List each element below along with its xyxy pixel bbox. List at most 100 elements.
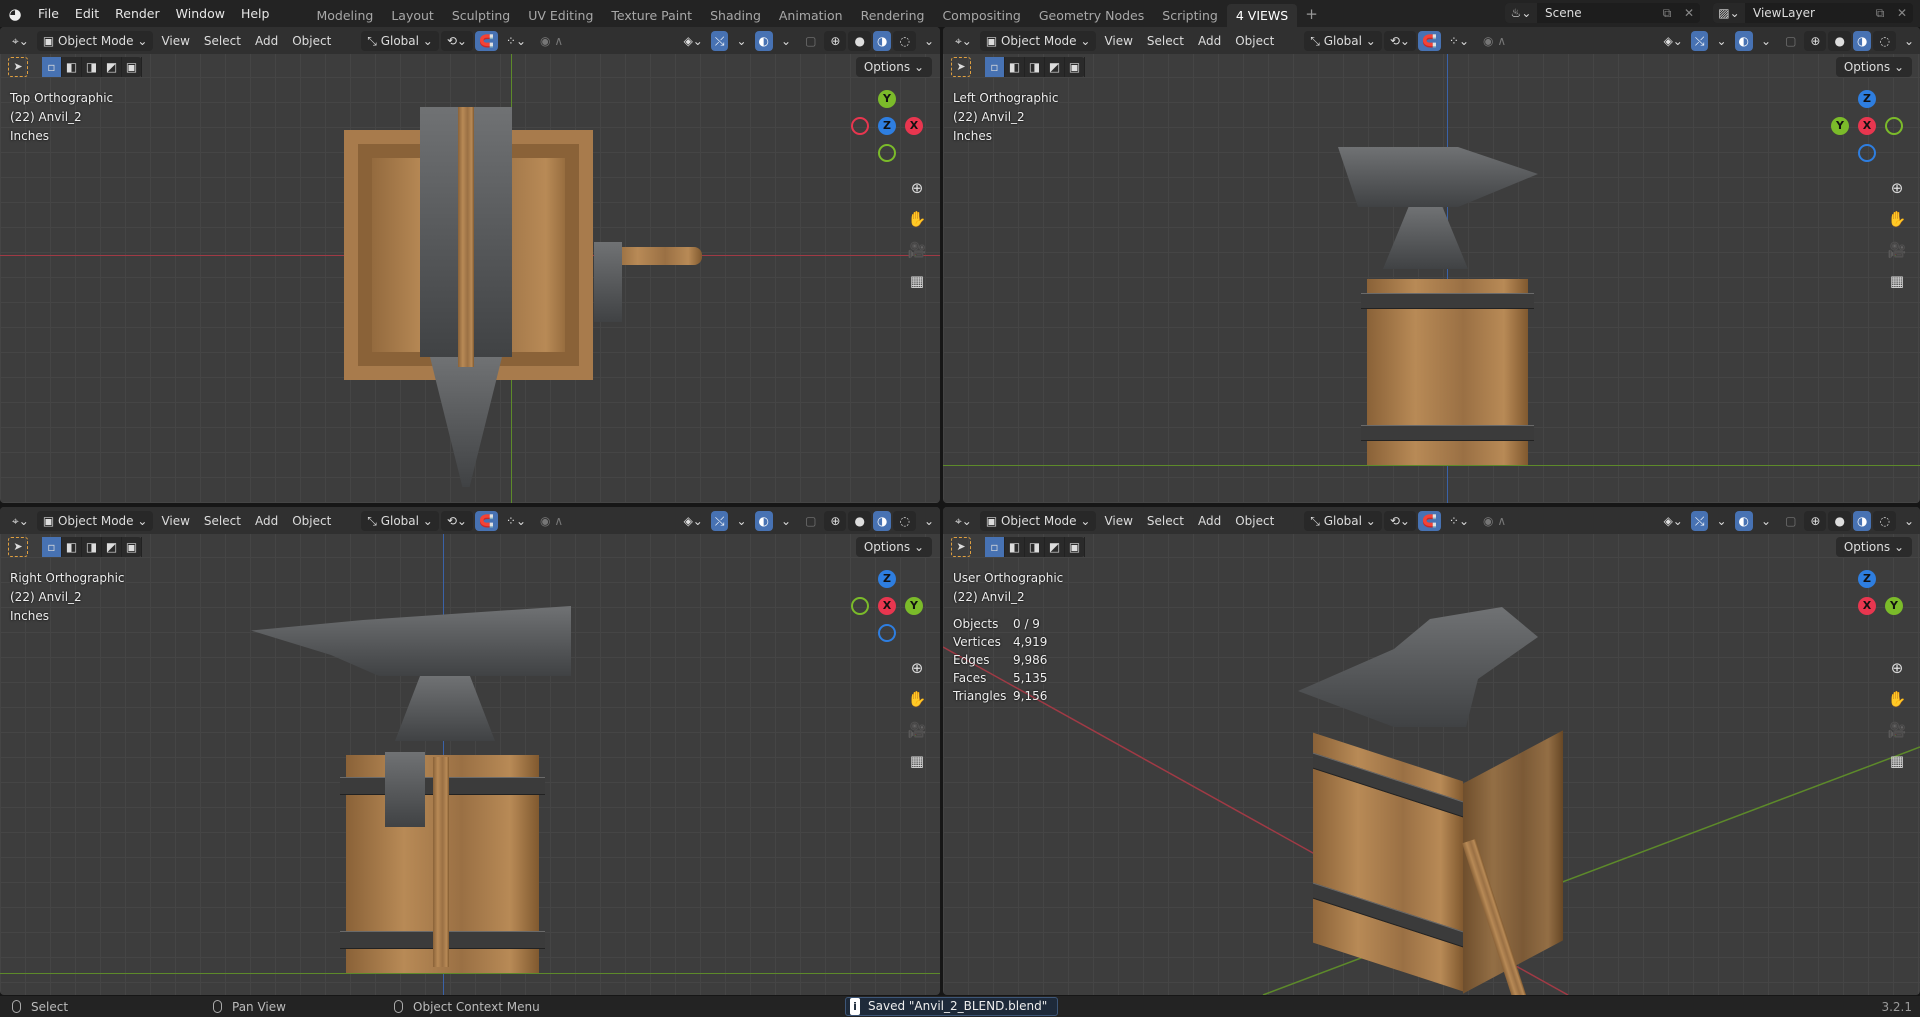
workspace-tab[interactable]: Scripting <box>1153 4 1227 27</box>
select-extend-icon[interactable]: ◧ <box>62 537 82 557</box>
select-intersect-icon[interactable]: ▣ <box>122 57 142 77</box>
shading-dropdown-icon[interactable]: ⌄ <box>1898 511 1920 531</box>
editor-type-icon[interactable]: ⌖⌄ <box>949 511 978 531</box>
mode-dropdown[interactable]: ▣ Object Mode ⌄ <box>36 510 154 531</box>
shading-rendered-icon[interactable]: ◌ <box>1873 30 1896 51</box>
select-subtract-icon[interactable]: ◨ <box>1025 57 1045 77</box>
gizmo-negative-axis[interactable] <box>878 624 896 642</box>
navigation-gizmo[interactable]: ZYX <box>1822 85 1912 175</box>
menu-render[interactable]: Render <box>107 6 168 21</box>
gizmo-toggle-icon[interactable]: ⤯ <box>1690 510 1709 531</box>
visibility-icon[interactable]: ◈⌄ <box>678 511 709 531</box>
viewport-menu-view[interactable]: View <box>155 31 195 51</box>
select-invert-icon[interactable]: ◩ <box>1045 537 1065 557</box>
orientation-dropdown[interactable]: ⤡ Global ⌄ <box>361 30 439 51</box>
shading-material-icon[interactable]: ◑ <box>1852 30 1872 51</box>
workspace-tab[interactable]: Texture Paint <box>602 4 701 27</box>
pivot-icon[interactable]: ⟲⌄ <box>1383 510 1416 531</box>
gizmo-axis-x[interactable]: X <box>1858 597 1876 615</box>
orientation-dropdown[interactable]: ⤡ Global ⌄ <box>1304 30 1382 51</box>
workspace-tab[interactable]: Rendering <box>852 4 934 27</box>
zoom-icon[interactable]: ⊕ <box>1886 177 1908 199</box>
navigation-gizmo[interactable]: YXZ <box>842 85 932 175</box>
gizmo-negative-axis[interactable] <box>1885 117 1903 135</box>
gizmo-toggle-icon[interactable]: ⤯ <box>710 510 729 531</box>
gizmo-toggle-icon[interactable]: ⤯ <box>710 30 729 51</box>
overlay-toggle-icon[interactable]: ◐ <box>754 510 774 531</box>
snap-target-icon[interactable]: ⁘⌄ <box>1443 31 1475 51</box>
gizmo-axis-y[interactable]: Y <box>1831 117 1849 135</box>
shading-wireframe-icon[interactable]: ⊕ <box>1804 30 1827 51</box>
orientation-dropdown[interactable]: ⤡ Global ⌄ <box>1304 510 1382 531</box>
overlay-toggle-icon[interactable]: ◐ <box>1734 510 1754 531</box>
gizmo-axis-y[interactable]: Y <box>878 90 896 108</box>
snap-target-icon[interactable]: ⁘⌄ <box>500 511 532 531</box>
overlay-dropdown-icon[interactable]: ⌄ <box>775 511 797 531</box>
viewport-menu-add[interactable]: Add <box>1192 31 1227 51</box>
pan-hand-icon[interactable]: ✋ <box>906 208 928 230</box>
shading-rendered-icon[interactable]: ◌ <box>893 30 916 51</box>
pivot-icon[interactable]: ⟲⌄ <box>440 30 473 51</box>
grid-icon[interactable]: ▦ <box>1886 270 1908 292</box>
snap-icon[interactable]: 🧲 <box>1417 510 1441 531</box>
select-new-icon[interactable]: ▫ <box>985 57 1005 77</box>
select-new-icon[interactable]: ▫ <box>42 537 62 557</box>
workspace-tab[interactable]: Geometry Nodes <box>1030 4 1153 27</box>
xray-icon[interactable]: ▢ <box>1779 511 1802 531</box>
viewport-menu-select[interactable]: Select <box>1141 511 1190 531</box>
gizmo-negative-axis[interactable] <box>851 597 869 615</box>
zoom-icon[interactable]: ⊕ <box>906 657 928 679</box>
xray-icon[interactable]: ▢ <box>799 511 822 531</box>
menu-window[interactable]: Window <box>168 6 233 21</box>
gizmo-axis-y[interactable]: Y <box>905 597 923 615</box>
shading-solid-icon[interactable]: ● <box>1828 510 1851 531</box>
shading-wireframe-icon[interactable]: ⊕ <box>824 30 847 51</box>
viewport-menu-object[interactable]: Object <box>286 511 337 531</box>
pivot-icon[interactable]: ⟲⌄ <box>1383 30 1416 51</box>
options-dropdown[interactable]: Options ⌄ <box>855 537 932 557</box>
workspace-tab[interactable]: UV Editing <box>519 4 602 27</box>
zoom-icon[interactable]: ⊕ <box>1886 657 1908 679</box>
shading-material-icon[interactable]: ◑ <box>872 510 892 531</box>
scene-name[interactable]: Scene <box>1537 6 1656 20</box>
xray-icon[interactable]: ▢ <box>1779 31 1802 51</box>
editor-type-icon[interactable]: ⌖⌄ <box>6 511 35 531</box>
mode-dropdown[interactable]: ▣ Object Mode ⌄ <box>979 30 1097 51</box>
select-tool-icon[interactable]: ➤ <box>8 57 28 77</box>
shading-dropdown-icon[interactable]: ⌄ <box>918 511 940 531</box>
workspace-tab[interactable]: Compositing <box>933 4 1029 27</box>
shading-material-icon[interactable]: ◑ <box>872 30 892 51</box>
pan-hand-icon[interactable]: ✋ <box>1886 688 1908 710</box>
overlay-dropdown-icon[interactable]: ⌄ <box>1755 31 1777 51</box>
camera-icon[interactable]: 🎥 <box>1886 719 1908 741</box>
editor-type-icon[interactable]: ⌖⌄ <box>949 31 978 51</box>
gizmo-axis-z[interactable]: Z <box>878 117 896 135</box>
shading-dropdown-icon[interactable]: ⌄ <box>1898 31 1920 51</box>
select-tool-icon[interactable]: ➤ <box>951 537 971 557</box>
workspace-tab[interactable]: Layout <box>382 4 443 27</box>
viewlayer-selector[interactable]: ▨⌄ ViewLayer ⧉ ✕ <box>1713 3 1913 23</box>
viewport-menu-object[interactable]: Object <box>1229 511 1280 531</box>
gizmo-axis-x[interactable]: X <box>905 117 923 135</box>
snap-icon[interactable]: 🧲 <box>474 510 498 531</box>
grid-icon[interactable]: ▦ <box>906 270 928 292</box>
visibility-icon[interactable]: ◈⌄ <box>1658 31 1689 51</box>
scene-selector[interactable]: ♨⌄ Scene ⧉ ✕ <box>1505 3 1700 23</box>
orientation-dropdown[interactable]: ⤡ Global ⌄ <box>361 510 439 531</box>
shading-material-icon[interactable]: ◑ <box>1852 510 1872 531</box>
viewport-menu-select[interactable]: Select <box>198 31 247 51</box>
viewport-menu-view[interactable]: View <box>1098 511 1138 531</box>
viewport-menu-object[interactable]: Object <box>1229 31 1280 51</box>
select-intersect-icon[interactable]: ▣ <box>1065 57 1085 77</box>
overlay-dropdown-icon[interactable]: ⌄ <box>1755 511 1777 531</box>
navigation-gizmo[interactable]: ZYX <box>1822 565 1912 655</box>
select-extend-icon[interactable]: ◧ <box>1005 57 1025 77</box>
shading-solid-icon[interactable]: ● <box>848 510 871 531</box>
select-intersect-icon[interactable]: ▣ <box>122 537 142 557</box>
proportional-edit-icon[interactable]: ◉ ∧ <box>1477 511 1512 531</box>
mode-dropdown[interactable]: ▣ Object Mode ⌄ <box>36 30 154 51</box>
viewport-menu-select[interactable]: Select <box>1141 31 1190 51</box>
snap-target-icon[interactable]: ⁘⌄ <box>1443 511 1475 531</box>
gizmo-dropdown-icon[interactable]: ⌄ <box>730 511 752 531</box>
shading-rendered-icon[interactable]: ◌ <box>893 510 916 531</box>
